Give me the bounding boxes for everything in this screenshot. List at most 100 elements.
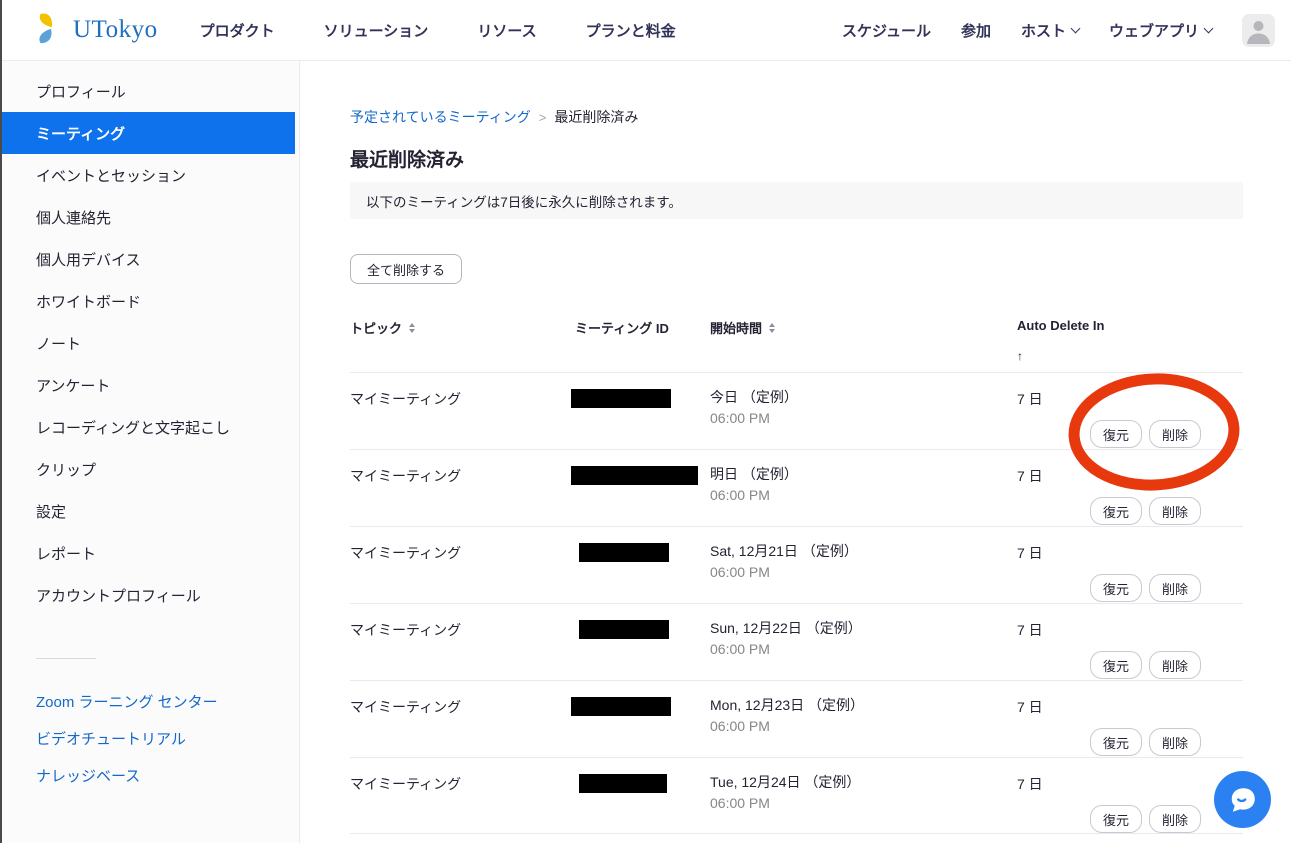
zoom-web-portal: UTokyo プロダクト ソリューション リソース プランと料金 スケジュール … [0, 0, 1291, 843]
meeting-id-redaction [579, 620, 669, 639]
sidebar-item-whiteboard[interactable]: ホワイトボード [0, 280, 299, 322]
nav-plans-pricing[interactable]: プランと料金 [586, 20, 676, 41]
sidebar-item-personal-contacts[interactable]: 個人連絡先 [0, 196, 299, 238]
meeting-time: 06:00 PM [710, 564, 770, 580]
restore-button[interactable]: 復元 [1090, 728, 1142, 756]
deleted-meetings-table: マイミーティング 今日 （定例） 06:00 PM 7 日 復元 削除 マイミー… [350, 372, 1243, 834]
breadcrumb: 予定されているミーティング > 最近削除済み [350, 107, 638, 127]
delete-button[interactable]: 削除 [1149, 805, 1201, 833]
auto-delete-value: 7 日 [1017, 466, 1043, 486]
utokyo-logo[interactable]: UTokyo [34, 10, 158, 51]
meeting-time: 06:00 PM [710, 641, 770, 657]
sort-icon [409, 323, 415, 333]
column-header-auto-delete-label: Auto Delete In [1017, 318, 1104, 333]
meeting-time: 06:00 PM [710, 410, 770, 426]
sort-ascending-arrow-icon: ↑ [1017, 349, 1023, 363]
sidebar-item-settings[interactable]: 設定 [0, 490, 299, 532]
meeting-topic: マイミーティング [350, 774, 461, 794]
delete-button[interactable]: 削除 [1149, 497, 1201, 525]
table-row: マイミーティング 今日 （定例） 06:00 PM 7 日 復元 削除 [350, 372, 1243, 449]
sidebar-divider [36, 658, 96, 659]
meeting-time: 06:00 PM [710, 718, 770, 734]
row-actions: 復元 削除 [1090, 651, 1201, 679]
meeting-date: 明日 （定例） [710, 464, 798, 484]
main-content: 予定されているミーティング > 最近削除済み 最近削除済み 以下のミーティングは… [301, 61, 1291, 843]
table-row: マイミーティング Tue, 12月24日 （定例） 06:00 PM 7 日 復… [350, 757, 1243, 834]
nav-solutions[interactable]: ソリューション [324, 20, 429, 41]
delete-button[interactable]: 削除 [1149, 651, 1201, 679]
nav-webapp-label: ウェブアプリ [1109, 20, 1199, 41]
meeting-id-redaction [571, 466, 698, 485]
restore-button[interactable]: 復元 [1090, 574, 1142, 602]
column-header-meeting-id: ミーティング ID [575, 318, 669, 337]
restore-button[interactable]: 復元 [1090, 497, 1142, 525]
chevron-down-icon [1071, 23, 1081, 33]
sidebar-item-notes[interactable]: ノート [0, 322, 299, 364]
nav-resources[interactable]: リソース [477, 20, 536, 41]
sidebar-item-surveys[interactable]: アンケート [0, 364, 299, 406]
delete-all-button[interactable]: 全て削除する [350, 254, 462, 284]
person-icon [1242, 14, 1275, 47]
nav-products[interactable]: プロダクト [200, 20, 275, 41]
meeting-id-redaction [579, 543, 669, 562]
meeting-date: Sat, 12月21日 （定例） [710, 541, 858, 561]
breadcrumb-current: 最近削除済み [554, 107, 638, 127]
row-actions: 復元 削除 [1090, 728, 1201, 756]
meeting-topic: マイミーティング [350, 697, 461, 717]
table-row: マイミーティング Sat, 12月21日 （定例） 06:00 PM 7 日 復… [350, 526, 1243, 603]
restore-button[interactable]: 復元 [1090, 805, 1142, 833]
chat-bubble-icon [1228, 785, 1258, 815]
table-row: マイミーティング 明日 （定例） 06:00 PM 7 日 復元 削除 [350, 449, 1243, 526]
sidebar-item-recordings-transcripts[interactable]: レコーディングと文字起こし [0, 406, 299, 448]
page-title: 最近削除済み [350, 145, 464, 172]
sidebar-item-profile[interactable]: プロフィール [0, 70, 299, 112]
nav-schedule[interactable]: スケジュール [842, 20, 931, 41]
table-row: マイミーティング Sun, 12月22日 （定例） 06:00 PM 7 日 復… [350, 603, 1243, 680]
nav-join[interactable]: 参加 [961, 20, 991, 41]
auto-delete-value: 7 日 [1017, 389, 1043, 409]
column-header-meeting-id-label: ミーティング ID [575, 318, 669, 337]
sidebar-item-meetings[interactable]: ミーティング [0, 112, 295, 154]
auto-delete-value: 7 日 [1017, 620, 1043, 640]
sidebar-item-events-sessions[interactable]: イベントとセッション [0, 154, 299, 196]
delete-button[interactable]: 削除 [1149, 420, 1201, 448]
window-left-edge [0, 0, 2, 843]
meeting-time: 06:00 PM [710, 487, 770, 503]
meeting-date: Tue, 12月24日 （定例） [710, 772, 860, 792]
sidebar-item-personal-devices[interactable]: 個人用デバイス [0, 238, 299, 280]
chevron-down-icon [1204, 23, 1214, 33]
sidebar-item-clips[interactable]: クリップ [0, 448, 299, 490]
sidebar-navigation: プロフィール ミーティング イベントとセッション 個人連絡先 個人用デバイス ホ… [0, 61, 300, 843]
link-zoom-learning-center[interactable]: Zoom ラーニング センター [0, 683, 299, 720]
meeting-date: Sun, 12月22日 （定例） [710, 618, 862, 638]
meeting-topic: マイミーティング [350, 620, 461, 640]
sidebar-item-account-profile[interactable]: アカウントプロフィール [0, 574, 299, 616]
nav-host-dropdown[interactable]: ホスト [1021, 20, 1079, 41]
nav-webapp-dropdown[interactable]: ウェブアプリ [1109, 20, 1212, 41]
meeting-topic: マイミーティング [350, 389, 461, 409]
column-header-start-time[interactable]: 開始時間 [710, 318, 775, 337]
column-header-auto-delete-in[interactable]: Auto Delete In [1017, 318, 1104, 333]
meeting-date: 今日 （定例） [710, 387, 798, 407]
sidebar-item-reports[interactable]: レポート [0, 532, 299, 574]
meeting-id-redaction [571, 697, 671, 716]
account-nav: スケジュール 参加 ホスト ウェブアプリ [842, 14, 1275, 47]
restore-button[interactable]: 復元 [1090, 420, 1142, 448]
delete-button[interactable]: 削除 [1149, 574, 1201, 602]
column-header-topic[interactable]: トピック [350, 318, 415, 337]
auto-delete-value: 7 日 [1017, 543, 1043, 563]
primary-nav: プロダクト ソリューション リソース プランと料金 [200, 20, 676, 41]
sort-icon [769, 323, 775, 333]
link-video-tutorials[interactable]: ビデオチュートリアル [0, 720, 299, 757]
auto-delete-value: 7 日 [1017, 697, 1043, 717]
restore-button[interactable]: 復元 [1090, 651, 1142, 679]
breadcrumb-upcoming-meetings-link[interactable]: 予定されているミーティング [350, 107, 531, 127]
user-avatar[interactable] [1242, 14, 1275, 47]
column-header-start-time-label: 開始時間 [710, 318, 762, 337]
meeting-id-redaction [579, 774, 667, 793]
ginkgo-leaf-icon [34, 10, 68, 51]
row-actions: 復元 削除 [1090, 805, 1201, 833]
link-knowledge-base[interactable]: ナレッジベース [0, 757, 299, 794]
support-chat-button[interactable] [1214, 771, 1271, 828]
delete-button[interactable]: 削除 [1149, 728, 1201, 756]
